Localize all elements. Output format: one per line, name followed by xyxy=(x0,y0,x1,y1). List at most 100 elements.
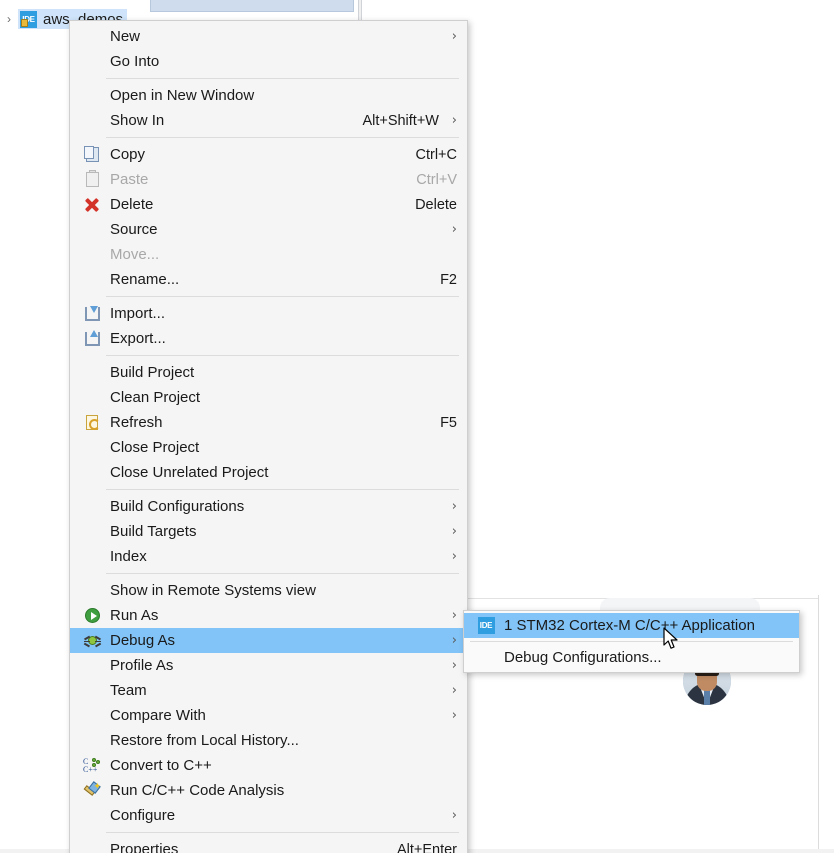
menu-item-paste: Paste Ctrl+V xyxy=(70,167,467,192)
menu-separator xyxy=(106,832,459,833)
paste-icon xyxy=(79,170,105,190)
icon-placeholder xyxy=(79,86,105,106)
menu-item-label: Build Targets xyxy=(110,523,197,540)
icon-placeholder xyxy=(79,806,105,826)
chevron-right-icon[interactable]: › xyxy=(0,12,18,26)
icon-placeholder xyxy=(79,220,105,240)
ide-project-icon: IDE xyxy=(20,10,37,28)
menu-item-label: Rename... xyxy=(110,271,180,288)
menu-item-shortcut: Alt+Enter xyxy=(396,841,457,853)
menu-separator xyxy=(106,296,459,297)
icon-placeholder xyxy=(79,463,105,483)
code-analysis-icon: ✦ xyxy=(79,780,105,801)
menu-item-label: Import... xyxy=(110,305,166,322)
menu-item-open-in-new-window[interactable]: Open in New Window xyxy=(70,83,467,108)
menu-item-export[interactable]: Export... xyxy=(70,326,467,351)
menu-item-label: Copy xyxy=(110,146,146,163)
menu-separator xyxy=(106,78,459,79)
submenu-chevron-icon: › xyxy=(451,708,457,723)
menu-item-debug-as[interactable]: Debug As › xyxy=(70,628,467,653)
icon-placeholder xyxy=(79,388,105,408)
menu-item-label: Refresh xyxy=(110,414,163,431)
menu-item-1-stm32-cortex-m-c-c-application[interactable]: IDE 1 STM32 Cortex-M C/C++ Application xyxy=(464,613,799,638)
icon-placeholder xyxy=(473,648,499,668)
menu-item-properties[interactable]: Properties Alt+Enter xyxy=(70,837,467,853)
menu-item-source[interactable]: Source › xyxy=(70,217,467,242)
menu-item-build-project[interactable]: Build Project xyxy=(70,360,467,385)
menu-item-debug-configurations[interactable]: Debug Configurations... xyxy=(464,645,799,670)
menu-item-label: Clean Project xyxy=(110,389,201,406)
menu-item-label: Convert to C++ xyxy=(110,757,212,774)
submenu-chevron-icon: › xyxy=(451,524,457,539)
menu-item-build-targets[interactable]: Build Targets › xyxy=(70,519,467,544)
menu-item-import[interactable]: Import... xyxy=(70,301,467,326)
menu-item-delete[interactable]: Delete Delete xyxy=(70,192,467,217)
icon-placeholder xyxy=(79,438,105,458)
icon-placeholder xyxy=(79,52,105,72)
submenu-chevron-icon: › xyxy=(451,608,457,623)
background-right-edge-bar xyxy=(818,595,834,853)
menu-item-compare-with[interactable]: Compare With › xyxy=(70,703,467,728)
menu-item-build-configurations[interactable]: Build Configurations › xyxy=(70,494,467,519)
submenu-chevron-icon: › xyxy=(451,499,457,514)
run-icon xyxy=(79,606,105,626)
icon-placeholder xyxy=(79,681,105,701)
menu-item-team[interactable]: Team › xyxy=(70,678,467,703)
menu-separator xyxy=(106,355,459,356)
icon-placeholder xyxy=(79,547,105,567)
menu-item-label: Close Unrelated Project xyxy=(110,464,269,481)
menu-item-shortcut: Delete xyxy=(415,196,457,213)
convert-cpp-icon: C C++ xyxy=(79,756,105,776)
submenu-chevron-icon: › xyxy=(451,113,457,128)
menu-separator xyxy=(106,137,459,138)
menu-separator xyxy=(470,641,793,642)
menu-item-convert-to-c[interactable]: C C++ Convert to C++ xyxy=(70,753,467,778)
icon-placeholder xyxy=(79,363,105,383)
menu-item-label: Run C/C++ Code Analysis xyxy=(110,782,285,799)
menu-item-copy[interactable]: Copy Ctrl+C xyxy=(70,142,467,167)
project-context-menu[interactable]: New › Go Into Open in New Window Show In Alt+… xyxy=(69,20,468,853)
debug-as-submenu[interactable]: IDE 1 STM32 Cortex-M C/C++ Application Deb… xyxy=(463,610,800,673)
menu-item-label: Profile As xyxy=(110,657,174,674)
icon-placeholder xyxy=(79,245,105,265)
export-icon xyxy=(79,329,105,349)
menu-item-show-in-remote-systems-view[interactable]: Show in Remote Systems view xyxy=(70,578,467,603)
menu-item-close-unrelated-project[interactable]: Close Unrelated Project xyxy=(70,460,467,485)
screen-root: › IDE aws_demos New › Go Into Open in New W… xyxy=(0,0,834,853)
menu-item-configure[interactable]: Configure › xyxy=(70,803,467,828)
menu-item-refresh[interactable]: Refresh F5 xyxy=(70,410,467,435)
menu-item-move: Move... xyxy=(70,242,467,267)
menu-item-new[interactable]: New › xyxy=(70,24,467,49)
menu-item-label: 1 STM32 Cortex-M C/C++ Application xyxy=(504,617,755,634)
menu-item-rename[interactable]: Rename... F2 xyxy=(70,267,467,292)
menu-item-shortcut: Ctrl+V xyxy=(416,171,457,188)
menu-item-run-as[interactable]: Run As › xyxy=(70,603,467,628)
submenu-chevron-icon: › xyxy=(451,222,457,237)
icon-placeholder xyxy=(79,840,105,853)
menu-item-run-c-c-code-analysis[interactable]: ✦ Run C/C++ Code Analysis xyxy=(70,778,467,803)
menu-item-restore-from-local-history[interactable]: Restore from Local History... xyxy=(70,728,467,753)
icon-placeholder xyxy=(79,497,105,517)
delete-icon xyxy=(79,195,105,215)
menu-item-show-in[interactable]: Show In Alt+Shift+W › xyxy=(70,108,467,133)
icon-placeholder xyxy=(79,27,105,47)
icon-placeholder xyxy=(79,581,105,601)
icon-placeholder xyxy=(79,706,105,726)
menu-item-label: Show in Remote Systems view xyxy=(110,582,316,599)
menu-item-label: Compare With xyxy=(110,707,206,724)
menu-item-close-project[interactable]: Close Project xyxy=(70,435,467,460)
menu-item-label: Paste xyxy=(110,171,149,188)
menu-item-label: Configure xyxy=(110,807,176,824)
menu-item-label: Go Into xyxy=(110,53,160,70)
menu-item-label: Delete xyxy=(110,196,154,213)
icon-placeholder xyxy=(79,270,105,290)
menu-item-label: Open in New Window xyxy=(110,87,255,104)
menu-item-clean-project[interactable]: Clean Project xyxy=(70,385,467,410)
menu-item-label: Close Project xyxy=(110,439,200,456)
menu-item-shortcut: Alt+Shift+W xyxy=(362,112,439,129)
refresh-icon xyxy=(79,413,105,433)
menu-item-profile-as[interactable]: Profile As › xyxy=(70,653,467,678)
menu-item-go-into[interactable]: Go Into xyxy=(70,49,467,74)
icon-placeholder xyxy=(79,656,105,676)
menu-item-index[interactable]: Index › xyxy=(70,544,467,569)
